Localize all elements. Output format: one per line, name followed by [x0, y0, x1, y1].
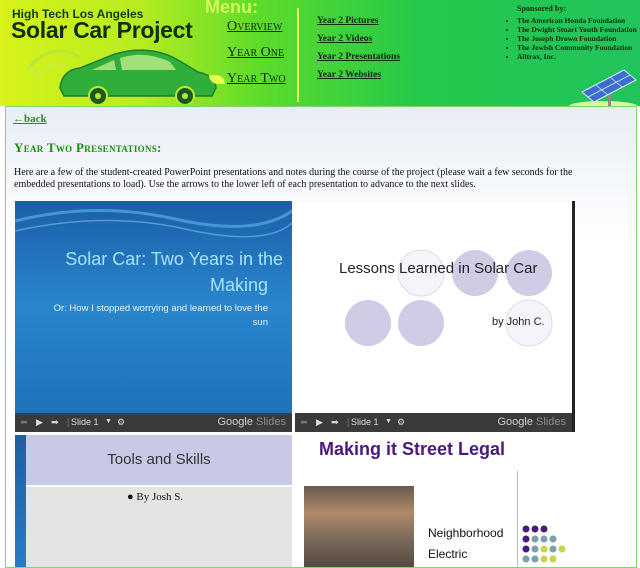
toolbar-divider: | [67, 417, 70, 427]
google-slides-logo: Google Slides [497, 416, 566, 428]
menu-divider [297, 8, 299, 102]
presentation-embed-1[interactable]: Solar Car: Two Years in the Making Or: H… [15, 201, 292, 432]
prev-arrow-icon[interactable]: ⬅ [20, 417, 28, 428]
prev-arrow-icon[interactable]: ⬅ [300, 417, 308, 428]
slide-title-line2: Making [209, 275, 268, 295]
solar-car-logo [26, 49, 217, 104]
google-slides-logo: Google Slides [217, 416, 286, 428]
slide-bullet: ● By Josh S. [127, 491, 184, 503]
next-arrow-icon[interactable]: ➡ [51, 417, 59, 428]
slide-title: Tools and Skills [107, 451, 211, 468]
sponsor-item: Alltrax, Inc. [517, 52, 640, 61]
play-icon[interactable]: ▶ [316, 417, 323, 428]
nav-year-one[interactable]: Year One [227, 45, 284, 61]
nav-year-two[interactable]: Year Two [227, 71, 286, 87]
slide-subtitle-line2: sun [252, 317, 268, 328]
slide-divider-line [517, 471, 518, 567]
circles-decoration [345, 249, 553, 347]
slide-photo [304, 486, 414, 567]
page-title: Year Two Presentations: [14, 140, 162, 155]
nav-year2-websites[interactable]: Year 2 Websites [317, 70, 381, 80]
slides-toolbar: ⬅ ▶ ➡ | Slide 1 ▼ ⚙ Google Slides [295, 413, 572, 432]
slide-text-line2: Electric [428, 547, 468, 561]
nav-overview[interactable]: Overview [227, 19, 282, 35]
slide-title: Making it Street Legal [319, 439, 506, 459]
slide-subtitle: Or: How I stopped worrying and learned t… [53, 303, 268, 314]
gear-icon[interactable]: ⚙ [397, 417, 405, 428]
chevron-down-icon[interactable]: ▼ [385, 418, 392, 425]
toolbar-divider: | [347, 417, 350, 427]
nav-year2-videos[interactable]: Year 2 Videos [317, 34, 372, 44]
sponsor-item: The Joseph Drown Foundation [517, 34, 640, 43]
presentation-embed-4[interactable]: Making it Street Legal Neighborhood Elec… [295, 435, 572, 567]
sponsor-item: The Jewish Community Foundation [517, 43, 640, 52]
sponsors-list: The American Honda Foundation The Dwight… [505, 16, 640, 61]
gear-icon[interactable]: ⚙ [117, 417, 125, 428]
slide-left-band [15, 435, 26, 567]
dots-decoration [522, 525, 566, 563]
slide-title: Lessons Learned in Solar Car [339, 260, 538, 277]
slide-selector[interactable]: Slide 1 [71, 417, 99, 427]
sponsor-item: The Dwight Stuart Youth Foundation [517, 25, 640, 34]
sponsors-heading: Sponsored by: [517, 4, 566, 13]
slide-title: Solar Car: Two Years in the [65, 249, 283, 269]
nav-year2-presentations[interactable]: Year 2 Presentations [317, 52, 400, 62]
play-icon[interactable]: ▶ [36, 417, 43, 428]
sponsor-item: The American Honda Foundation [517, 16, 640, 25]
presentation-embed-3[interactable]: Tools and Skills ● By Josh S. [15, 435, 292, 567]
slide-selector[interactable]: Slide 1 [351, 417, 379, 427]
chevron-down-icon[interactable]: ▼ [105, 418, 112, 425]
solar-panel-icon [569, 69, 637, 106]
back-link[interactable]: ←back [13, 113, 47, 125]
slide-text-line1: Neighborhood [428, 526, 504, 540]
site-header: High Tech Los Angeles Solar Car Project … [0, 0, 640, 106]
next-arrow-icon[interactable]: ➡ [331, 417, 339, 428]
nav-year2-pictures[interactable]: Year 2 Pictures [317, 16, 378, 26]
presentation-embed-2[interactable]: Lessons Learned in Solar Car by John C. … [295, 201, 575, 432]
menu-heading: Menu: [205, 0, 258, 17]
intro-text: Here are a few of the student-created Po… [14, 167, 573, 190]
slide-byline: by John C. [492, 316, 545, 328]
back-label: back [24, 113, 47, 125]
main-content: ←back Year Two Presentations: Here are a… [5, 106, 637, 568]
back-arrow-icon: ← [13, 113, 24, 125]
slides-toolbar: ⬅ ▶ ➡ | Slide 1 ▼ ⚙ Google Slides [15, 413, 292, 432]
